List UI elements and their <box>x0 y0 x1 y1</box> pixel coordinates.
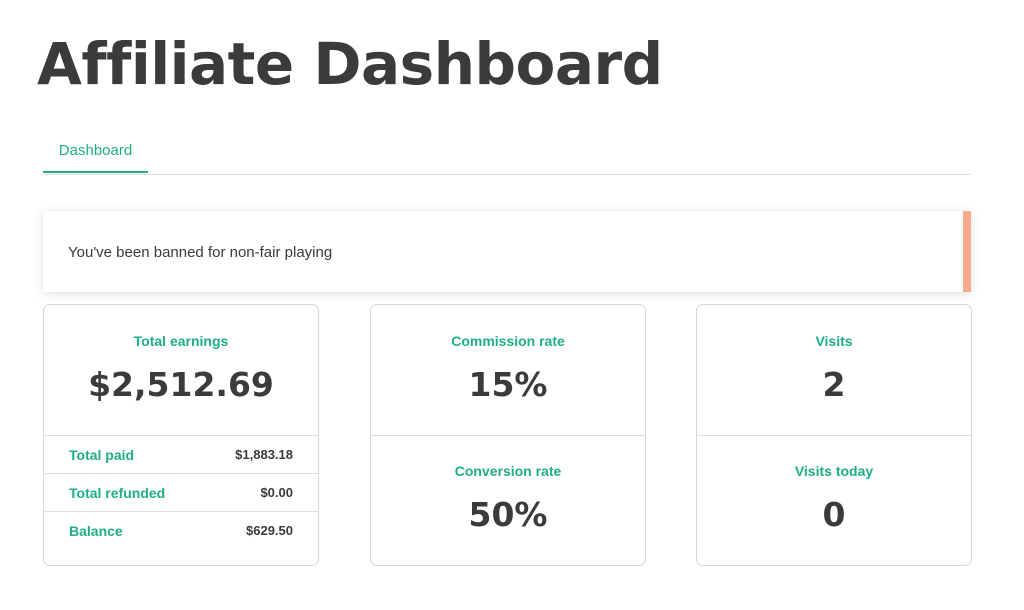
visits-card: Visits 2 Visits today 0 <box>696 304 972 566</box>
earnings-row-total-refunded: Total refunded $0.00 <box>44 474 318 512</box>
visits-today-value: 0 <box>822 495 846 534</box>
tab-bar: Dashboard <box>43 132 971 175</box>
page-title: Affiliate Dashboard <box>37 30 663 98</box>
total-refunded-label: Total refunded <box>69 485 166 501</box>
notice-message: You've been banned for non-fair playing <box>68 244 333 261</box>
visits-label: Visits <box>815 333 853 349</box>
total-paid-label: Total paid <box>69 447 135 463</box>
total-earnings-label: Total earnings <box>133 333 229 349</box>
commission-rate-value: 15% <box>468 365 548 404</box>
ban-notice: You've been banned for non-fair playing <box>43 211 971 292</box>
earnings-card: Total earnings $2,512.69 Total paid $1,8… <box>43 304 319 566</box>
earnings-row-balance: Balance $629.50 <box>44 512 318 550</box>
divider <box>371 435 645 436</box>
commission-rate-label: Commission rate <box>451 333 565 349</box>
conversion-rate-value: 50% <box>468 495 548 534</box>
earnings-row-total-paid: Total paid $1,883.18 <box>44 436 318 474</box>
rates-card: Commission rate 15% Conversion rate 50% <box>370 304 646 566</box>
tab-dashboard[interactable]: Dashboard <box>43 132 148 173</box>
balance-label: Balance <box>69 523 123 539</box>
divider <box>697 435 971 436</box>
balance-value: $629.50 <box>246 523 293 538</box>
total-earnings-value: $2,512.69 <box>88 365 274 404</box>
visits-value: 2 <box>822 365 846 404</box>
total-paid-value: $1,883.18 <box>235 447 293 462</box>
conversion-rate-label: Conversion rate <box>454 463 562 479</box>
visits-today-label: Visits today <box>794 463 874 479</box>
total-refunded-value: $0.00 <box>260 485 293 500</box>
